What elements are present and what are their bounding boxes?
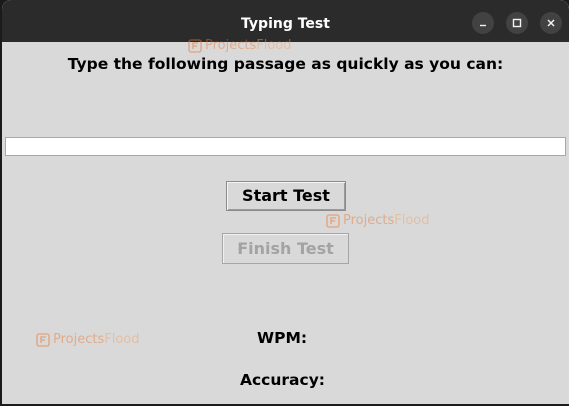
- wpm-label: WPM:: [257, 329, 308, 347]
- title-bar[interactable]: Typing Test: [2, 0, 569, 42]
- maximize-icon: [512, 18, 522, 28]
- accuracy-label: Accuracy:: [240, 371, 326, 389]
- minimize-button[interactable]: [472, 12, 494, 34]
- close-icon: [547, 19, 555, 27]
- watermark-middle: Projects Flood: [326, 213, 430, 229]
- instruction-label: Type the following passage as quickly as…: [67, 55, 504, 73]
- projectsflood-logo-icon: [36, 333, 50, 347]
- projectsflood-logo-icon: [188, 39, 202, 53]
- projectsflood-logo-icon: [326, 214, 340, 228]
- typing-input[interactable]: [5, 137, 566, 156]
- watermark-top: Projects Flood: [188, 38, 292, 54]
- watermark-bottom: Projects Flood: [36, 332, 140, 348]
- finish-test-button[interactable]: Finish Test: [222, 233, 349, 264]
- maximize-button[interactable]: [506, 12, 528, 34]
- close-button[interactable]: [540, 12, 562, 34]
- app-window: Typing Test Projects Flood Projects Floo…: [2, 0, 569, 404]
- start-test-button[interactable]: Start Test: [226, 181, 346, 211]
- minimize-icon: [480, 24, 486, 27]
